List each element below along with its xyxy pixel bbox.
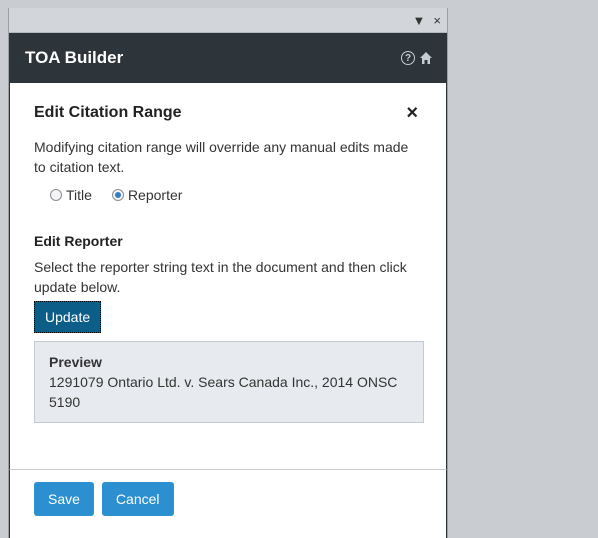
edit-citation-panel: Edit Citation Range × Modifying citation…: [9, 83, 447, 469]
close-icon[interactable]: ×: [406, 103, 418, 123]
home-icon[interactable]: [419, 51, 433, 65]
app-title: TOA Builder: [25, 48, 124, 67]
edit-reporter-title: Edit Reporter: [34, 233, 123, 249]
preview-text: 1291079 Ontario Ltd. v. Sears Canada Inc…: [49, 374, 398, 410]
radio-reporter[interactable]: Reporter: [111, 187, 183, 203]
section-header: Edit Citation Range ×: [34, 103, 422, 123]
radio-reporter-circle[interactable]: [111, 189, 124, 201]
header-icons: ?: [401, 51, 433, 65]
section-description: Modifying citation range will override a…: [34, 139, 409, 175]
preview-title: Preview: [49, 354, 102, 370]
radio-title-label: Title: [66, 187, 92, 203]
help-icon[interactable]: ?: [401, 51, 415, 65]
toa-builder-pane: ▼ × TOA Builder ? Edit Citation Range × …: [8, 8, 448, 538]
section-title: Edit Citation Range: [34, 104, 182, 121]
pane-topbar: ▼ ×: [9, 8, 447, 33]
cancel-button[interactable]: Cancel: [101, 482, 174, 516]
save-button[interactable]: Save: [34, 482, 94, 516]
radio-title-circle[interactable]: [50, 189, 62, 201]
app-header: TOA Builder ?: [9, 33, 447, 83]
dropdown-icon[interactable]: ▼: [413, 14, 426, 27]
update-button[interactable]: Update: [34, 301, 102, 333]
radio-title[interactable]: Title: [50, 187, 92, 203]
preview-box: Preview 1291079 Ontario Ltd. v. Sears Ca…: [34, 341, 424, 423]
panel-footer: Save Cancel: [9, 469, 447, 538]
radio-reporter-label: Reporter: [127, 187, 183, 203]
edit-reporter-description: Select the reporter string text in the d…: [34, 259, 407, 295]
citation-type-radios: Title Reporter: [50, 187, 422, 203]
pane-close-icon[interactable]: ×: [433, 14, 441, 27]
